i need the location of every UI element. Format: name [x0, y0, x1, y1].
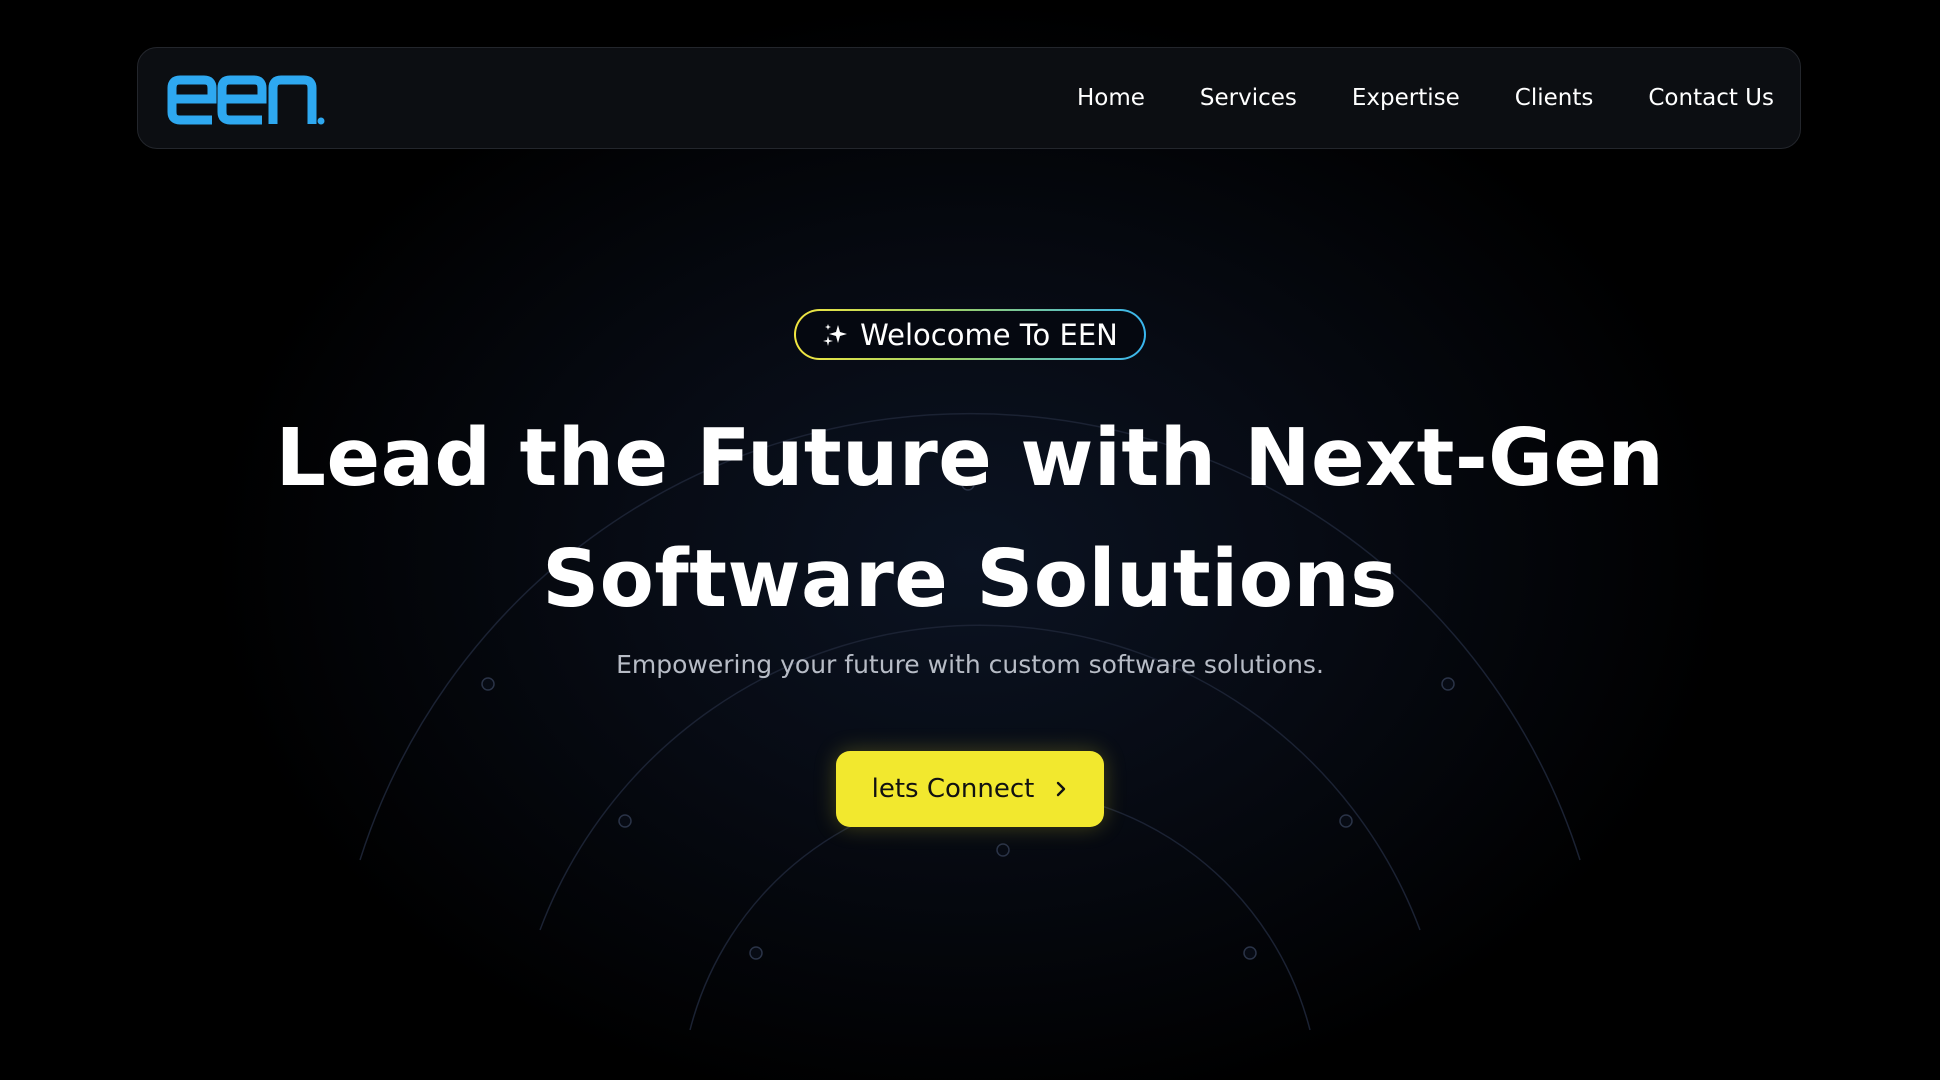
- nav-expertise[interactable]: Expertise: [1352, 85, 1460, 111]
- lets-connect-button[interactable]: lets Connect: [836, 751, 1104, 827]
- hero-subtitle: Empowering your future with custom softw…: [616, 650, 1324, 679]
- chevron-right-icon: [1057, 781, 1066, 797]
- cta-label: lets Connect: [871, 774, 1035, 804]
- arc-node: [996, 843, 1010, 857]
- arc-node: [1339, 814, 1353, 828]
- een-logo[interactable]: [166, 72, 326, 128]
- nav-home[interactable]: Home: [1077, 85, 1145, 111]
- nav-links: Home Services Expertise Clients Contact …: [1077, 48, 1774, 148]
- welcome-text: Welocome To EEN: [860, 317, 1118, 352]
- headline-line-2: Software Solutions: [542, 533, 1398, 625]
- welcome-badge: Welocome To EEN: [794, 309, 1146, 360]
- nav-clients[interactable]: Clients: [1515, 85, 1594, 111]
- arc-node: [1243, 946, 1257, 960]
- hero-headline: Lead the Future with Next-Gen Software S…: [0, 398, 1940, 640]
- headline-line-1: Lead the Future with Next-Gen: [275, 412, 1665, 504]
- arc-node: [1441, 677, 1455, 691]
- nav-contact-us[interactable]: Contact Us: [1648, 85, 1774, 111]
- sparkles-icon: [823, 323, 848, 346]
- landing-page: Home Services Expertise Clients Contact …: [0, 0, 1940, 1080]
- arc-node: [618, 814, 632, 828]
- nav-services[interactable]: Services: [1200, 85, 1297, 111]
- arc-node: [749, 946, 763, 960]
- top-navbar: Home Services Expertise Clients Contact …: [137, 47, 1801, 149]
- arc-node: [481, 677, 495, 691]
